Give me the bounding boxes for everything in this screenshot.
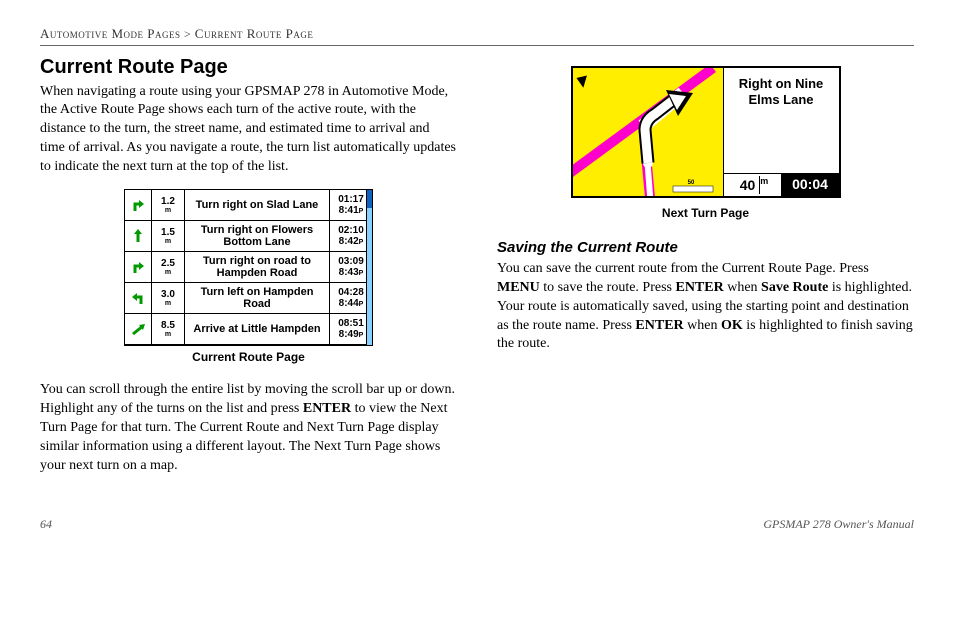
next-turn-figure: 50 Right on Nine Elms Lane 40m 00:04 Nex… [497,66,914,222]
turn-icon [125,190,152,220]
intro-paragraph: When navigating a route using your GPSMA… [40,83,457,177]
turn-distance: 1.2m [152,190,185,220]
manual-title: GPSMAP 278 Owner's Manual [763,516,914,532]
route-table-figure: 1.2mTurn right on Slad Lane01:178:41P1.5… [40,189,457,365]
next-turn-time: 00:04 [782,174,839,196]
table-row[interactable]: 3.0mTurn left on Hampden Road04:288:44P [125,283,372,314]
turn-distance: 8.5m [152,314,185,344]
breadcrumb: Automotive Mode Pages > Current Route Pa… [40,25,914,46]
turn-description: Turn right on Slad Lane [185,190,330,220]
turn-icon [125,252,152,282]
next-turn-status: 40m 00:04 [724,173,839,196]
turn-description: Turn right on Flowers Bottom Lane [185,221,330,251]
save-route-label: Save Route [761,280,828,295]
next-turn-box: 50 Right on Nine Elms Lane 40m 00:04 [571,66,841,198]
page-footer: 64 GPSMAP 278 Owner's Manual [40,516,914,532]
route-table: 1.2mTurn right on Slad Lane01:178:41P1.5… [124,189,373,346]
svg-text:50: 50 [687,180,694,186]
next-turn-caption: Next Turn Page [497,205,914,221]
table-row[interactable]: 1.2mTurn right on Slad Lane01:178:41P [125,190,372,221]
enter-key: ENTER [635,318,683,333]
turn-distance: 2.5m [152,252,185,282]
saving-heading: Saving the Current Route [497,238,914,258]
table-row[interactable]: 8.5mArrive at Little Hampden08:518:49P [125,314,372,345]
left-column: Current Route Page When navigating a rou… [40,54,457,486]
table-row[interactable]: 1.5mTurn right on Flowers Bottom Lane02:… [125,221,372,252]
breadcrumb-part1: Automotive Mode Pages [40,26,181,41]
next-turn-map: 50 [573,68,724,196]
scrollbar[interactable] [366,190,372,345]
turn-icon [125,283,152,313]
ok-label: OK [721,318,743,333]
next-turn-distance: 40m [724,174,782,196]
turn-description: Turn right on road to Hampden Road [185,252,330,282]
right-column: 50 Right on Nine Elms Lane 40m 00:04 Nex… [497,54,914,486]
enter-key: ENTER [675,280,723,295]
menu-key: MENU [497,280,540,295]
table-row[interactable]: 2.5mTurn right on road to Hampden Road03… [125,252,372,283]
enter-key: ENTER [303,401,351,416]
turn-icon [125,314,152,344]
next-turn-instruction: Right on Nine Elms Lane [724,68,839,173]
turn-distance: 1.5m [152,221,185,251]
breadcrumb-part2: Current Route Page [195,26,314,41]
route-table-caption: Current Route Page [40,349,457,365]
page-number: 64 [40,516,52,532]
turn-description: Turn left on Hampden Road [185,283,330,313]
turn-icon [125,221,152,251]
saving-paragraph: You can save the current route from the … [497,260,914,354]
turn-description: Arrive at Little Hampden [185,314,330,344]
turn-distance: 3.0m [152,283,185,313]
scroll-paragraph: You can scroll through the entire list b… [40,381,457,475]
page-title: Current Route Page [40,54,457,81]
